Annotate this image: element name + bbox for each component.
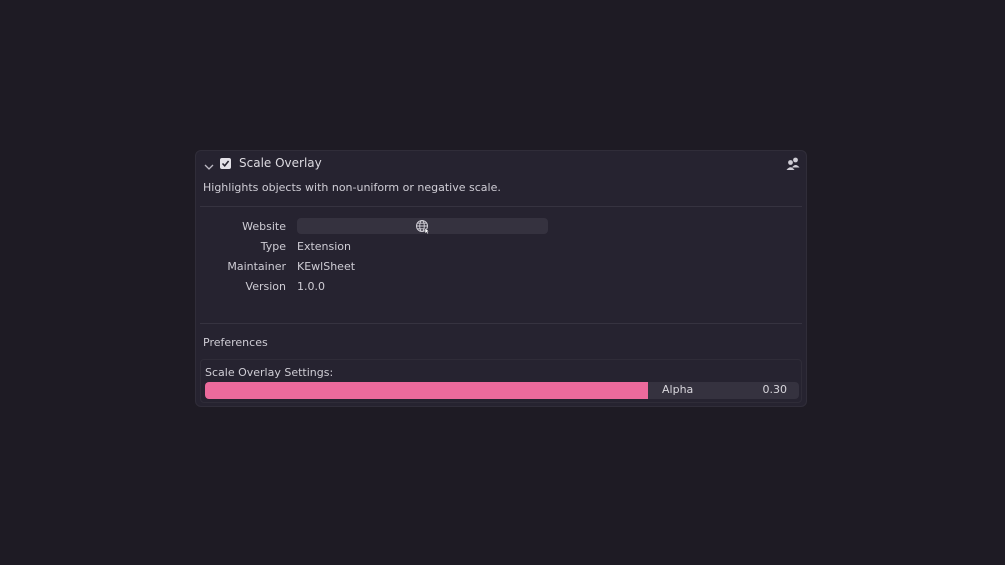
- version-value: 1.0.0: [297, 280, 325, 293]
- preferences-title: Preferences: [203, 336, 268, 349]
- preferences-box: Scale Overlay Settings: Alpha 0.30: [200, 359, 802, 403]
- settings-title: Scale Overlay Settings:: [205, 366, 334, 379]
- divider: [200, 206, 802, 207]
- addon-header[interactable]: Scale Overlay: [196, 151, 806, 177]
- users-icon: [785, 156, 801, 172]
- divider: [200, 323, 802, 324]
- type-label: Type: [260, 240, 286, 253]
- chevron-down-icon[interactable]: [203, 158, 215, 170]
- globe-link-icon: [416, 220, 430, 234]
- alpha-slider-fill: [205, 382, 649, 399]
- version-label: Version: [245, 280, 286, 293]
- addon-title: Scale Overlay: [239, 156, 322, 170]
- maintainer-label: Maintainer: [227, 260, 286, 273]
- alpha-label: Alpha: [662, 383, 694, 396]
- addon-enabled-checkbox[interactable]: [220, 158, 231, 169]
- addon-description: Highlights objects with non-uniform or n…: [203, 181, 501, 194]
- website-button[interactable]: [297, 218, 548, 234]
- alpha-value: 0.30: [762, 383, 788, 396]
- website-label: Website: [242, 220, 286, 233]
- maintainer-value: KEwlSheet: [297, 260, 356, 273]
- addon-panel: Scale Overlay Highlights objects with no…: [195, 150, 807, 407]
- type-value: Extension: [297, 240, 352, 253]
- alpha-slider[interactable]: Alpha 0.30: [205, 382, 799, 399]
